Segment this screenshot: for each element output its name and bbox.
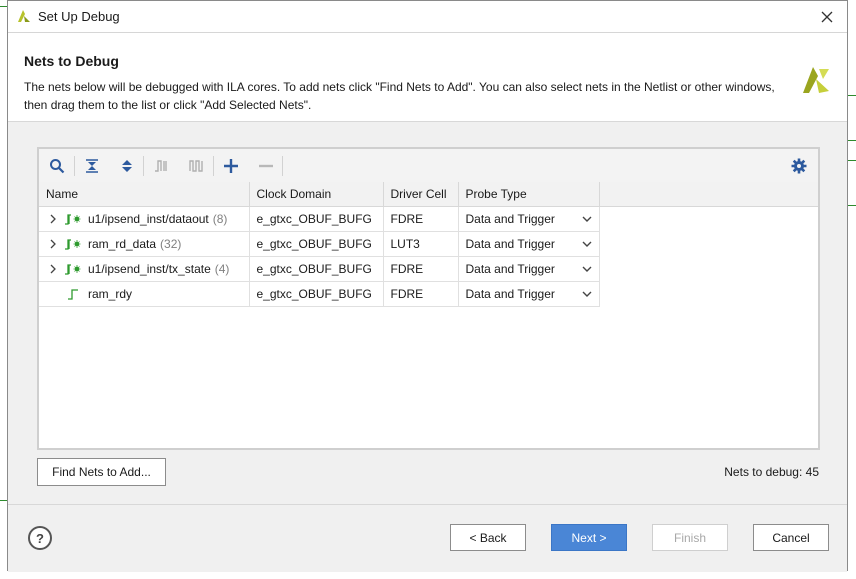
- page-heading: Nets to Debug: [24, 53, 119, 69]
- cell-name: u1/ipsend_inst/tx_state (4): [39, 256, 250, 282]
- table-row[interactable]: ram_rdy e_gtxc_OBUF_BUFG FDRE Data and Trig…: [39, 281, 600, 307]
- table-row[interactable]: u1/ipsend_inst/tx_state (4) e_gtxc_OBUF_BU…: [39, 256, 600, 282]
- chevron-down-icon[interactable]: [582, 240, 592, 248]
- cancel-label: Cancel: [772, 530, 810, 545]
- table-row[interactable]: u1/ipsend_inst/dataout (8) e_gtxc_OBUF_BUF…: [39, 206, 600, 232]
- gear-icon: [791, 158, 807, 174]
- window-title: Set Up Debug: [38, 9, 120, 24]
- column-header-probe-type[interactable]: Probe Type: [458, 182, 600, 207]
- cell-driver-cell: FDRE: [383, 206, 459, 232]
- nets-table: Name Clock Domain Driver Cell Probe Type…: [39, 182, 600, 307]
- next-button[interactable]: Next >: [551, 524, 627, 551]
- cell-probe-type[interactable]: Data and Trigger: [458, 231, 600, 257]
- nets-toolbar: [39, 149, 818, 183]
- cell-probe-type[interactable]: Data and Trigger: [458, 281, 600, 307]
- nets-to-debug-count: Nets to debug: 45: [724, 465, 819, 479]
- help-label: ?: [36, 530, 44, 546]
- expand-all-icon: [122, 160, 132, 172]
- chevron-right-icon: [50, 264, 56, 273]
- cell-name: u1/ipsend_inst/dataout (8): [39, 206, 250, 232]
- expand-toggle[interactable]: [46, 264, 60, 274]
- cell-clock-domain: e_gtxc_OBUF_BUFG: [249, 206, 384, 232]
- find-nets-label: Find Nets to Add...: [52, 465, 151, 479]
- chevron-down-icon[interactable]: [582, 215, 592, 223]
- select-waveform-button[interactable]: [149, 154, 173, 178]
- table-row[interactable]: ram_rd_data (32) e_gtxc_OBUF_BUFG LUT3 Data …: [39, 231, 600, 257]
- finish-label: Finish: [673, 530, 706, 545]
- chevron-right-icon: [50, 214, 56, 223]
- net-name: u1/ipsend_inst/dataout: [88, 211, 209, 226]
- net-type: [64, 238, 82, 250]
- cell-name: ram_rd_data (32): [39, 231, 250, 257]
- back-button[interactable]: < Back: [450, 524, 526, 551]
- probe-type-value: Data and Trigger: [465, 236, 555, 251]
- collapse-all-icon: [86, 159, 98, 173]
- finish-button[interactable]: Finish: [652, 524, 728, 551]
- net-name: ram_rd_data: [88, 236, 157, 251]
- bus-net-icon: [65, 213, 81, 225]
- chevron-down-icon[interactable]: [582, 265, 592, 273]
- wizard-header: Nets to Debug The nets below will be deb…: [8, 33, 847, 122]
- bus-net-icon: [65, 238, 81, 250]
- net-icon: [68, 288, 78, 300]
- probe-type-value: Data and Trigger: [465, 261, 555, 276]
- signal-edge-icon: [155, 160, 167, 172]
- expand-toggle[interactable]: [46, 214, 60, 224]
- pulse-icon: [189, 160, 203, 172]
- help-button[interactable]: ?: [28, 526, 52, 550]
- expand-toggle[interactable]: [46, 239, 60, 249]
- page-description: The nets below will be debugged with ILA…: [24, 80, 775, 112]
- back-label: < Back: [469, 530, 507, 545]
- net-type: [64, 288, 82, 300]
- settings-button[interactable]: [787, 154, 811, 178]
- cell-clock-domain: e_gtxc_OBUF_BUFG: [249, 231, 384, 257]
- minus-icon: [259, 164, 273, 168]
- cell-driver-cell: FDRE: [383, 256, 459, 282]
- bus-net-icon: [65, 263, 81, 275]
- nets-panel: Name Clock Domain Driver Cell Probe Type…: [37, 147, 820, 450]
- cell-clock-domain: e_gtxc_OBUF_BUFG: [249, 256, 384, 282]
- net-bit-count: (4): [214, 261, 230, 276]
- expand-all-button[interactable]: [115, 154, 139, 178]
- column-header-clock-domain[interactable]: Clock Domain: [249, 182, 384, 207]
- search-button[interactable]: [45, 154, 69, 178]
- next-label: Next >: [571, 530, 607, 545]
- set-up-debug-dialog: Set Up Debug Nets to Debug The nets belo…: [7, 0, 848, 572]
- wizard-footer: ? < Back Next > Finish Cancel: [8, 504, 847, 572]
- net-bit-count: (8): [212, 211, 228, 226]
- cell-probe-type[interactable]: Data and Trigger: [458, 256, 600, 282]
- remove-net-button[interactable]: [254, 154, 278, 178]
- cell-name: ram_rdy: [39, 281, 250, 307]
- chevron-right-icon: [50, 239, 56, 248]
- net-name: u1/ipsend_inst/tx_state: [88, 261, 211, 276]
- cell-driver-cell: LUT3: [383, 231, 459, 257]
- close-button[interactable]: [807, 1, 847, 32]
- vivado-logo-icon: [18, 10, 30, 22]
- cell-driver-cell: FDRE: [383, 281, 459, 307]
- title-bar: Set Up Debug: [8, 1, 847, 33]
- xilinx-logo-icon: [803, 67, 829, 93]
- net-type: [64, 263, 82, 275]
- probe-type-value: Data and Trigger: [465, 211, 555, 226]
- find-nets-to-add-button[interactable]: Find Nets to Add...: [37, 458, 166, 486]
- probe-type-value: Data and Trigger: [465, 286, 555, 301]
- close-icon: [821, 11, 833, 22]
- cell-probe-type[interactable]: Data and Trigger: [458, 206, 600, 232]
- plus-icon: [224, 159, 238, 173]
- column-header-driver-cell[interactable]: Driver Cell: [383, 182, 459, 207]
- cell-clock-domain: e_gtxc_OBUF_BUFG: [249, 281, 384, 307]
- net-name: ram_rdy: [88, 286, 133, 301]
- net-bit-count: (32): [160, 236, 182, 251]
- column-header-name[interactable]: Name: [39, 182, 250, 207]
- chevron-down-icon[interactable]: [582, 290, 592, 298]
- pulse-button[interactable]: [184, 154, 208, 178]
- add-net-button[interactable]: [219, 154, 243, 178]
- net-type: [64, 213, 82, 225]
- cancel-button[interactable]: Cancel: [753, 524, 829, 551]
- search-icon: [50, 159, 65, 174]
- collapse-all-button[interactable]: [80, 154, 104, 178]
